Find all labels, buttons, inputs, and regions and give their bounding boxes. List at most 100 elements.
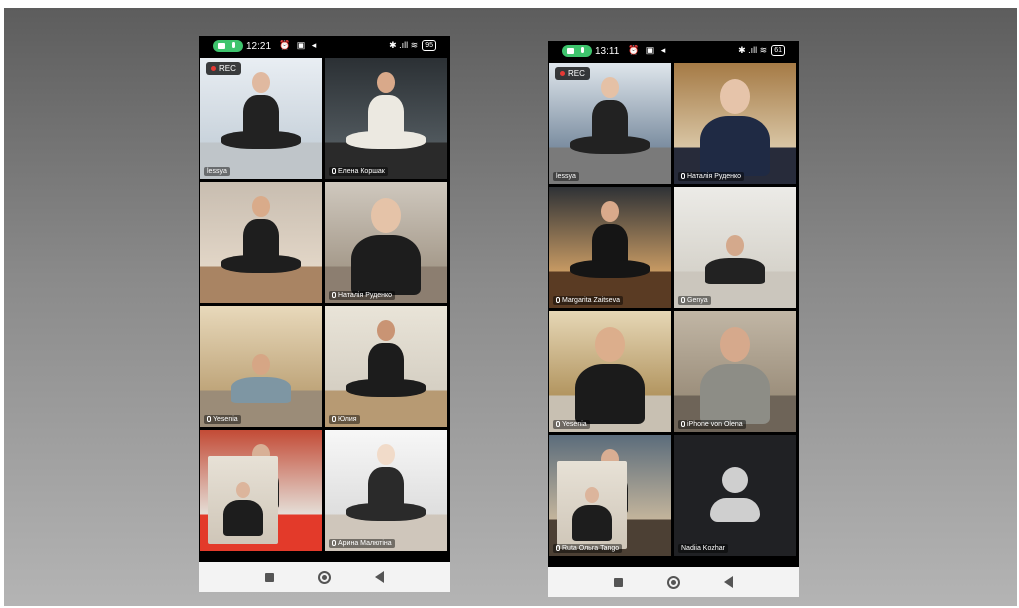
back-button[interactable]: [724, 576, 733, 588]
participant-name: Yesenia: [562, 421, 587, 428]
participant-name-label: lessya: [553, 172, 579, 181]
status-bar: 12:21 ⏰ ▣ ◂ ✱ .ıll ≋ 95: [199, 36, 450, 58]
recents-button[interactable]: [614, 577, 623, 587]
participant-tile[interactable]: Елена Коршак: [325, 58, 447, 179]
recording-label: REC: [568, 69, 585, 78]
participant-head: [252, 354, 270, 375]
mic-icon: [332, 292, 336, 299]
participant-figure: [565, 201, 655, 306]
participant-name: Genya: [687, 297, 708, 304]
default-avatar-icon: [707, 467, 763, 527]
participant-body: [700, 363, 770, 424]
signal-wifi-icons: ✱ .ıll ≋: [738, 45, 768, 55]
participant-grid: REC lessya Наталія Руденко Margarita Zaitse…: [549, 63, 798, 556]
participant-figure: [341, 444, 431, 549]
participant-tile[interactable]: Yesenia: [549, 311, 671, 432]
participant-tile[interactable]: iPhone von Olena: [674, 311, 796, 432]
participant-head: [601, 201, 619, 222]
participant-body: [575, 363, 645, 424]
screen-share-indicator: [562, 45, 592, 57]
participant-name-label: Yesenia: [204, 415, 241, 424]
self-view-body: [223, 500, 263, 536]
avatar-body: [710, 498, 760, 522]
recording-badge: REC: [555, 67, 590, 80]
participant-tile[interactable]: Ruta Ольга Tango: [549, 435, 671, 556]
participant-body: [700, 115, 770, 176]
self-view-figure: [213, 482, 273, 542]
participant-figure: [565, 77, 655, 182]
participant-figure: [690, 79, 780, 184]
participant-name: Yesenia: [213, 416, 238, 423]
screen-share-indicator: [213, 40, 243, 52]
participant-tile[interactable]: Genya: [674, 187, 796, 308]
participant-head: [726, 235, 744, 256]
participant-tile[interactable]: [200, 430, 322, 551]
avatar-head: [722, 467, 748, 493]
screenshot-backdrop: [4, 8, 1017, 606]
participant-name-label: Margarita Zaitseva: [553, 296, 623, 305]
participant-name: Ruta Ольга Tango: [562, 545, 620, 552]
battery-icon: 95: [422, 40, 436, 51]
participant-name-label: iPhone von Olena: [678, 420, 746, 429]
participant-head: [720, 327, 750, 362]
participant-body: [231, 376, 291, 403]
participant-tile[interactable]: Margarita Zaitseva: [549, 187, 671, 308]
participant-name: Наталія Руденко: [687, 173, 742, 180]
back-button[interactable]: [375, 571, 384, 583]
participant-name-label: Юлия: [329, 415, 360, 424]
participant-tile[interactable]: [200, 182, 322, 303]
self-view-thumbnail[interactable]: [557, 461, 627, 549]
participant-name: Margarita Zaitseva: [562, 297, 620, 304]
participant-body: [351, 234, 421, 295]
signal-wifi-icons: ✱ .ıll ≋: [389, 40, 419, 50]
status-icons-left: ⏰ ▣ ◂: [628, 45, 668, 55]
record-dot-icon: [211, 66, 216, 72]
status-icons-left: ⏰ ▣ ◂: [279, 40, 319, 50]
self-view-thumbnail[interactable]: [208, 456, 278, 544]
participant-name-label: Ruta Ольга Tango: [553, 544, 623, 553]
mic-icon: [207, 416, 211, 423]
participant-tile[interactable]: Юлия: [325, 306, 447, 427]
mic-icon: [332, 416, 336, 423]
participant-name: Арина Малютіна: [338, 540, 392, 547]
participant-legs: [346, 378, 426, 397]
participant-tile[interactable]: REC lessya: [200, 58, 322, 179]
participant-tile[interactable]: REC lessya: [549, 63, 671, 184]
home-button[interactable]: [318, 570, 331, 584]
recents-button[interactable]: [265, 572, 274, 582]
participant-tile[interactable]: Yesenia: [200, 306, 322, 427]
mic-icon: [556, 297, 560, 304]
participant-legs: [221, 130, 301, 149]
participant-figure: [341, 198, 431, 303]
participant-grid: REC lessya Елена Коршак Наталія Руденко Yese…: [200, 58, 449, 551]
participant-head: [601, 77, 619, 98]
participant-legs: [346, 502, 426, 521]
mic-icon: [556, 545, 560, 552]
participant-tile[interactable]: Наталія Руденко: [325, 182, 447, 303]
participant-legs: [221, 254, 301, 273]
phone-screen-left: 12:21 ⏰ ▣ ◂ ✱ .ıll ≋ 95 REC lessya Елена Корша…: [199, 36, 450, 592]
participant-name: Юлия: [338, 416, 357, 423]
status-time: 12:21: [246, 41, 272, 52]
participant-head: [371, 198, 401, 233]
status-bar: 13:11 ⏰ ▣ ◂ ✱ .ıll ≋ 61: [548, 41, 799, 63]
participant-name-label: Елена Коршак: [329, 167, 388, 176]
participant-legs: [570, 135, 650, 154]
mic-icon: [232, 42, 235, 48]
participant-tile[interactable]: Арина Малютіна: [325, 430, 447, 551]
participant-tile[interactable]: Наталія Руденко: [674, 63, 796, 184]
participant-figure: [216, 72, 306, 177]
participant-name-label: Nadiia Kozhar: [678, 544, 728, 553]
self-view-figure: [562, 487, 622, 547]
participant-tile[interactable]: Nadiia Kozhar: [674, 435, 796, 556]
recording-label: REC: [219, 64, 236, 73]
participant-legs: [570, 259, 650, 278]
status-icons-right: ✱ .ıll ≋ 61: [738, 45, 785, 56]
participant-name: iPhone von Olena: [687, 421, 743, 428]
participant-head: [595, 327, 625, 362]
mic-icon: [581, 47, 584, 53]
phone-screen-right: 13:11 ⏰ ▣ ◂ ✱ .ıll ≋ 61 REC lessya Наталія Руд…: [548, 41, 799, 597]
status-time: 13:11: [595, 46, 620, 57]
home-button[interactable]: [667, 575, 680, 589]
participant-name: lessya: [556, 173, 576, 180]
